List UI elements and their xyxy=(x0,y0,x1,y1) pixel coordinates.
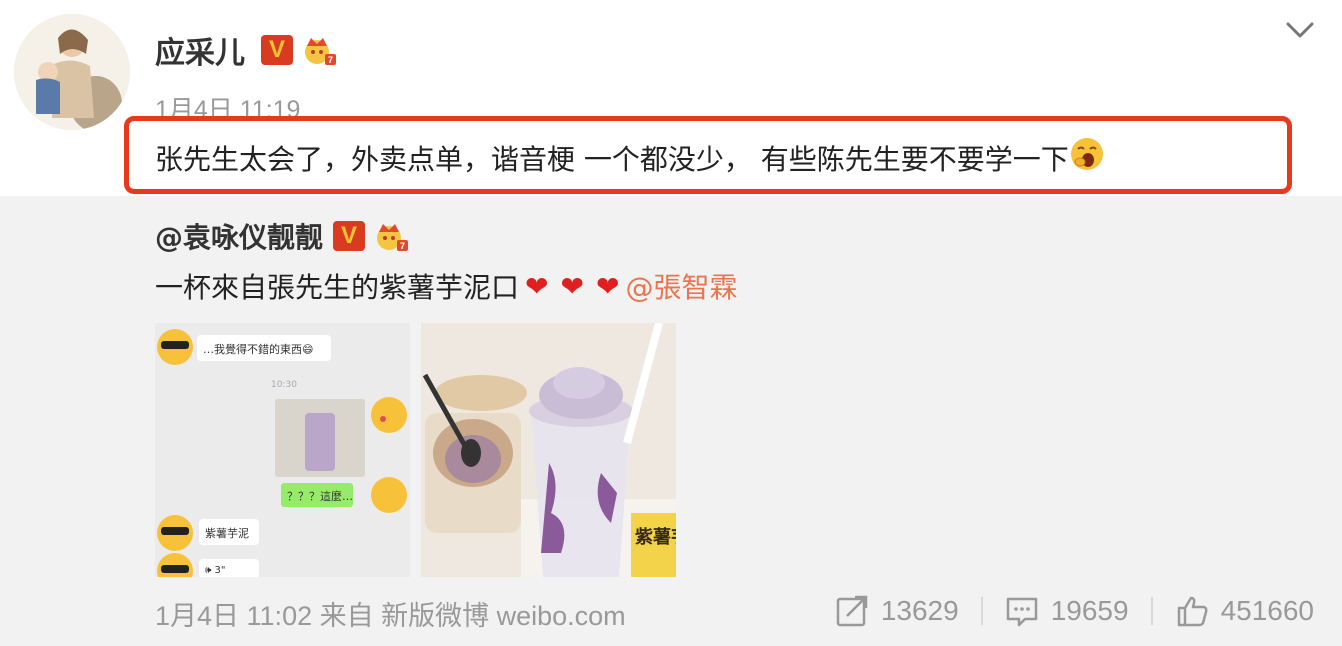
svg-text:7: 7 xyxy=(328,55,333,65)
repost-icon xyxy=(836,595,868,627)
chat-message-3: 紫薯芋泥 xyxy=(205,527,249,540)
comment-button[interactable]: 19659 xyxy=(1005,594,1129,628)
chat-message-1: …我覺得不錯的東西😄 xyxy=(203,342,313,356)
like-button[interactable]: 451660 xyxy=(1175,594,1314,628)
post-text-content: 张先生太会了，外卖点单，谐音梗 一个都没少， 有些陈先生要不要学一下 xyxy=(155,142,1069,176)
action-separator xyxy=(980,597,983,625)
repost-text: 一杯來自張先生的紫薯芋泥 口 ❤ ❤ ❤ @張智霖 xyxy=(155,266,737,306)
mention-link[interactable]: @張智霖 xyxy=(625,266,737,306)
vip-crown-icon: 7 xyxy=(301,34,337,66)
heart-icon: ❤ xyxy=(595,269,620,303)
svg-text:7: 7 xyxy=(400,241,405,251)
chat-message-2: ？？？這麼… xyxy=(287,489,353,503)
drink-sticker-text: 紫薯芋泥 xyxy=(635,526,676,548)
repost-text-content: 一杯來自張先生的紫薯芋泥 xyxy=(155,271,492,304)
chat-message-4: 🕪 3" xyxy=(205,565,225,576)
verified-v-badge-icon: V xyxy=(333,221,366,251)
vip-crown-icon: 7 xyxy=(373,220,409,252)
chevron-down-icon[interactable] xyxy=(1285,18,1315,42)
avatar[interactable] xyxy=(14,14,130,130)
image-thumbnail-drink[interactable]: 紫薯芋泥 xyxy=(421,323,676,577)
repost-author-name[interactable]: @袁咏仪靓靓 xyxy=(155,216,323,256)
yawn-emoji-icon xyxy=(1069,136,1105,179)
heart-icon: ❤ xyxy=(525,269,549,303)
like-count: 451660 xyxy=(1220,595,1314,626)
comment-count: 19659 xyxy=(1050,595,1129,626)
chat-time: 10:30 xyxy=(271,380,297,390)
heart-icon: ❤ xyxy=(560,269,584,303)
missing-glyph-box: 口 xyxy=(491,271,520,304)
repost-button[interactable]: 13629 xyxy=(835,594,959,628)
action-bar: 13629 19659 451660 xyxy=(835,594,1314,628)
author-name[interactable]: 应采儿 xyxy=(155,28,245,72)
repost-card[interactable]: @袁咏仪靓靓 V 7 一杯來自張先生的紫薯芋泥 口 ❤ ❤ ❤ @張智霖 …我覺… xyxy=(0,196,1342,646)
action-separator xyxy=(1150,597,1153,625)
comment-icon xyxy=(1006,597,1037,627)
verified-v-badge-icon: V xyxy=(261,35,293,65)
post-text: 张先生太会了，外卖点单，谐音梗 一个都没少， 有些陈先生要不要学一下 xyxy=(155,136,1105,179)
repost-count: 13629 xyxy=(880,595,959,626)
image-thumbnail-chat[interactable]: …我覺得不錯的東西😄 10:30 ？？？這麼… 紫薯芋泥 🕪 3" xyxy=(155,323,410,577)
thumbs-up-icon xyxy=(1177,596,1208,627)
repost-meta[interactable]: 1月4日 11:02 来自 新版微博 weibo.com xyxy=(155,594,626,633)
